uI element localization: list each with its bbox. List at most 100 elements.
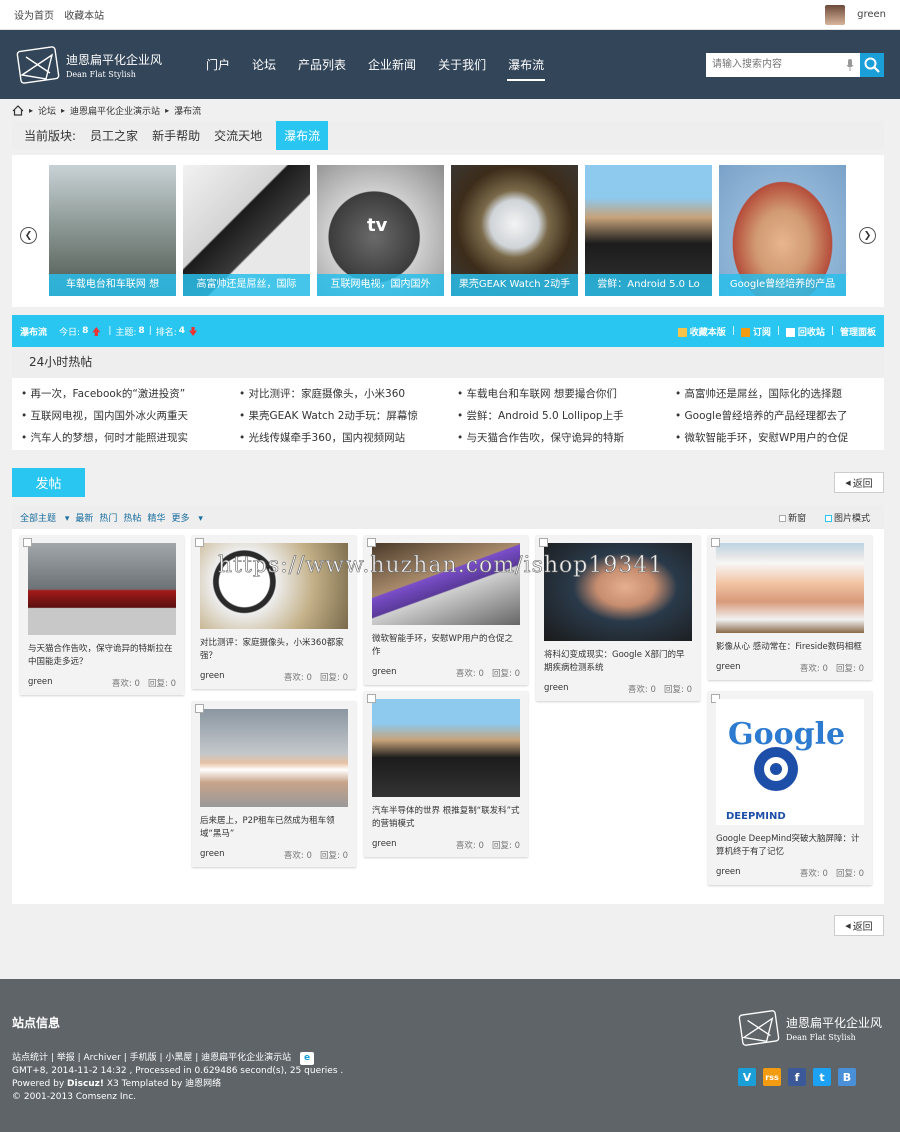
- thread-card[interactable]: 汽车半导体的世界 根推复制“联发科”式的营销模式 green 喜欢: 0 回复: …: [364, 691, 528, 857]
- thread-title[interactable]: 微软智能手环，安慰WP用户的仓促之作: [372, 633, 520, 659]
- favorite-board-link[interactable]: 收藏本版: [677, 325, 726, 338]
- thread-card[interactable]: 对比测评：家庭摄像头，小米360都家强？ green 喜欢: 0 回复: 0: [192, 535, 356, 689]
- hot-post-link[interactable]: • 对比测评：家庭摄像头，小米360: [239, 386, 457, 400]
- edit-icon[interactable]: e: [300, 1052, 315, 1065]
- select-checkbox[interactable]: [711, 538, 720, 547]
- thread-author[interactable]: green: [372, 839, 397, 851]
- nav-waterfall[interactable]: 瀑布流: [497, 30, 555, 99]
- nav-news[interactable]: 企业新闻: [357, 30, 427, 99]
- slide-item[interactable]: 车载电台和车联网 想: [49, 165, 176, 296]
- hot-post-link[interactable]: • 尝鲜：Android 5.0 Lollipop上手: [457, 408, 675, 422]
- discuz-link[interactable]: Discuz!: [67, 1079, 104, 1089]
- bookmark-site-link[interactable]: 收藏本站: [64, 11, 104, 22]
- nav-products[interactable]: 产品列表: [287, 30, 357, 99]
- hot-post-link[interactable]: • 光线传媒牵手360，国内视频网站: [239, 430, 457, 444]
- footer-links[interactable]: 站点统计 | 举报 | Archiver | 手机版 | 小黑屋 | 迪恩扁平化…: [12, 1050, 315, 1065]
- thread-author[interactable]: green: [372, 667, 397, 679]
- subscribe-link[interactable]: 订阅: [740, 325, 771, 338]
- search-button[interactable]: [860, 52, 884, 77]
- slide-item[interactable]: 高富帅还是屌丝，国际: [183, 165, 310, 296]
- tab-newbie-help[interactable]: 新手帮助: [152, 127, 200, 144]
- set-homepage-link[interactable]: 设为首页: [14, 11, 54, 22]
- tab-waterfall[interactable]: 瀑布流: [276, 120, 329, 150]
- select-checkbox[interactable]: [367, 538, 376, 547]
- filter-all[interactable]: 全部主题 ▾: [20, 511, 69, 524]
- hot-post-link[interactable]: • 车载电台和车联网 想要撮合你们: [457, 386, 675, 400]
- tab-exchange[interactable]: 交流天地: [214, 127, 262, 144]
- hot-post-link[interactable]: • 高富帅还是屌丝，国际化的选择题: [675, 386, 893, 400]
- nav-portal[interactable]: 门户: [195, 30, 241, 99]
- thread-thumbnail[interactable]: [28, 543, 176, 635]
- breadcrumb-forum[interactable]: 论坛: [38, 104, 56, 117]
- new-window-checkbox[interactable]: [779, 514, 787, 522]
- thread-title[interactable]: 对比测评：家庭摄像头，小米360都家强？: [200, 637, 348, 663]
- thread-author[interactable]: green: [200, 849, 225, 861]
- thread-author[interactable]: green: [716, 867, 741, 879]
- thread-thumbnail[interactable]: [372, 543, 520, 625]
- tab-staff-home[interactable]: 员工之家: [90, 127, 138, 144]
- thread-thumbnail[interactable]: [200, 709, 348, 807]
- thread-card[interactable]: Google DEEPMIND Google DeepMind突破大脑屏障：计算…: [708, 691, 872, 885]
- thread-author[interactable]: green: [544, 683, 569, 695]
- filter-popular[interactable]: 热门: [99, 511, 117, 524]
- breadcrumb-site[interactable]: 迪恩扁平化企业演示站: [70, 104, 160, 117]
- home-icon[interactable]: [12, 104, 24, 116]
- blogger-icon[interactable]: B: [838, 1068, 856, 1086]
- thread-thumbnail[interactable]: [716, 543, 864, 633]
- twitter-icon[interactable]: t: [813, 1068, 831, 1086]
- hot-post-link[interactable]: • 再一次，Facebook的“激进投资”: [21, 386, 239, 400]
- microphone-icon[interactable]: [846, 58, 854, 71]
- select-checkbox[interactable]: [23, 538, 32, 547]
- thread-card[interactable]: 将科幻变成现实：Google X部门的早期疾病检测系统 green 喜欢: 0 回…: [536, 535, 700, 701]
- slider-next-button[interactable]: ❯: [859, 227, 876, 244]
- thread-author[interactable]: green: [716, 662, 741, 674]
- select-checkbox[interactable]: [539, 538, 548, 547]
- thread-author[interactable]: green: [200, 671, 225, 683]
- select-checkbox[interactable]: [195, 704, 204, 713]
- vimeo-icon[interactable]: V: [738, 1068, 756, 1086]
- search-input[interactable]: [706, 52, 860, 77]
- thread-card[interactable]: 后来居上，P2P租车已然成为租车领域“黑马” green 喜欢: 0 回复: 0: [192, 701, 356, 867]
- slide-item[interactable]: Google曾经培养的产品: [719, 165, 846, 296]
- hot-post-link[interactable]: • 互联网电视，国内国外冰火两重天: [21, 408, 239, 422]
- new-post-button[interactable]: 发帖: [12, 468, 85, 497]
- hot-post-link[interactable]: • 果壳GEAK Watch 2动手玩：屏幕惊: [239, 408, 457, 422]
- thread-thumbnail[interactable]: [200, 543, 348, 629]
- recycle-bin-link[interactable]: 回收站: [785, 325, 825, 338]
- thread-title[interactable]: Google DeepMind突破大脑屏障：计算机终于有了记忆: [716, 833, 864, 859]
- nav-forum[interactable]: 论坛: [241, 30, 287, 99]
- username-link[interactable]: green: [857, 9, 886, 20]
- hot-post-link[interactable]: • Google曾经培养的产品经理都去了: [675, 408, 893, 422]
- facebook-icon[interactable]: f: [788, 1068, 806, 1086]
- thread-card[interactable]: 影像从心 感动常在：Fireside数码相框 green 喜欢: 0 回复: 0: [708, 535, 872, 680]
- avatar[interactable]: [825, 4, 846, 25]
- nav-about[interactable]: 关于我们: [427, 30, 497, 99]
- hot-post-link[interactable]: • 微软智能手环，安慰WP用户的仓促: [675, 430, 893, 444]
- image-mode-checkbox[interactable]: [824, 514, 832, 522]
- filter-hot[interactable]: 热帖: [123, 511, 141, 524]
- slider-prev-button[interactable]: ❮: [20, 227, 37, 244]
- admin-panel-link[interactable]: 管理面板: [840, 325, 876, 338]
- thread-title[interactable]: 与天猫合作告吹，保守诡异的特斯拉在中国能走多远？: [28, 643, 176, 669]
- footer-logo[interactable]: 迪恩扁平化企业风 Dean Flat Stylish: [738, 1009, 882, 1047]
- thread-thumbnail[interactable]: Google DEEPMIND: [716, 699, 864, 825]
- filter-latest[interactable]: 最新: [75, 511, 93, 524]
- select-checkbox[interactable]: [367, 694, 376, 703]
- hot-post-link[interactable]: • 与天猫合作告吹，保守诡异的特斯: [457, 430, 675, 444]
- thread-author[interactable]: green: [28, 677, 53, 689]
- breadcrumb-current[interactable]: 瀑布流: [174, 104, 201, 117]
- site-logo[interactable]: 迪恩扁平化企业风 Dean Flat Stylish: [16, 45, 182, 85]
- back-button[interactable]: ◀ 返回: [834, 915, 884, 936]
- back-button[interactable]: ◀ 返回: [834, 472, 884, 493]
- thread-title[interactable]: 将科幻变成现实：Google X部门的早期疾病检测系统: [544, 649, 692, 675]
- thread-title[interactable]: 汽车半导体的世界 根推复制“联发科”式的营销模式: [372, 805, 520, 831]
- thread-card[interactable]: 微软智能手环，安慰WP用户的仓促之作 green 喜欢: 0 回复: 0: [364, 535, 528, 685]
- slide-item[interactable]: tv 互联网电视，国内国外: [317, 165, 444, 296]
- filter-digest[interactable]: 精华: [147, 511, 165, 524]
- thread-thumbnail[interactable]: [372, 699, 520, 797]
- filter-more[interactable]: 更多 ▾: [171, 511, 202, 524]
- slide-item[interactable]: 尝鲜：Android 5.0 Lo: [585, 165, 712, 296]
- thread-thumbnail[interactable]: [544, 543, 692, 641]
- rss-icon[interactable]: rss: [763, 1068, 781, 1086]
- hot-post-link[interactable]: • 汽车人的梦想，何时才能照进现实: [21, 430, 239, 444]
